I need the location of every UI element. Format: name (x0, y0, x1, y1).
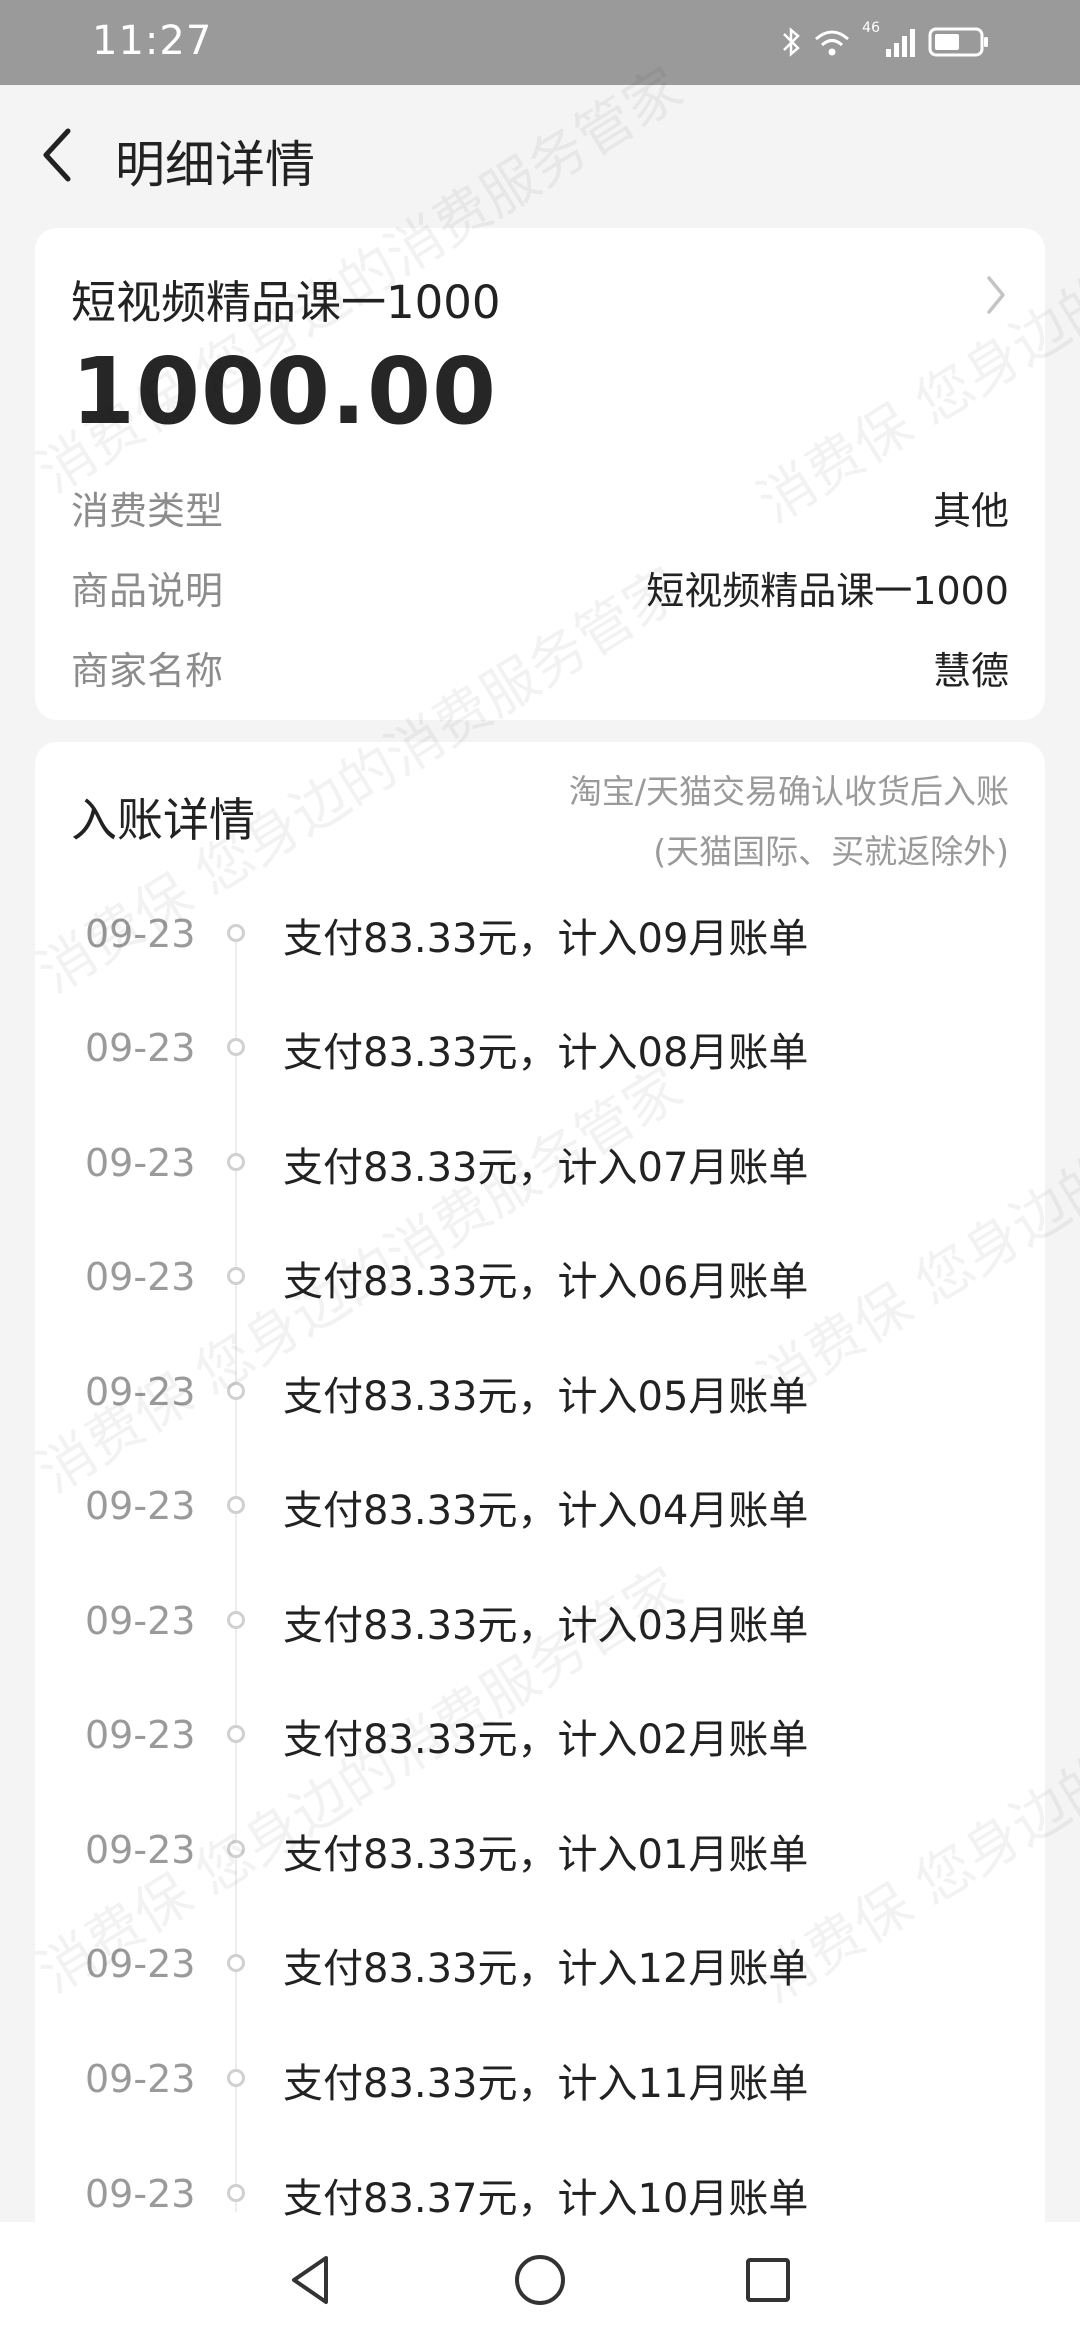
timeline-date: 09-23 (85, 2172, 196, 2216)
detail-title: 入账详情 (71, 793, 255, 847)
timeline-text: 支付83.33元，计入01月账单 (283, 1832, 809, 1878)
timeline-date: 09-23 (85, 2057, 196, 2101)
timeline-dot-icon (227, 1267, 245, 1285)
signal-icon (886, 29, 915, 57)
timeline-dot-icon (227, 2069, 245, 2087)
info-value: 其他 (932, 489, 1009, 533)
timeline-line (235, 932, 237, 2212)
timeline-date: 09-23 (85, 1370, 196, 1414)
timeline-text: 支付83.33元，计入09月账单 (283, 916, 809, 962)
timeline-text: 支付83.33元，计入02月账单 (283, 1717, 809, 1763)
timeline-item: 09-23 支付83.33元，计入06月账单 (35, 1255, 1045, 1315)
timeline-date: 09-23 (85, 1713, 196, 1757)
status-bar: 11:27 46 (0, 0, 1080, 85)
nav-back-icon[interactable] (282, 2250, 342, 2310)
timeline-date: 09-23 (85, 1255, 196, 1299)
timeline-item: 09-23 支付83.33元，计入08月账单 (35, 1026, 1045, 1086)
timeline-dot-icon (227, 924, 245, 942)
timeline-text: 支付83.37元，计入10月账单 (283, 2176, 809, 2222)
header: 明细详情 (0, 85, 1080, 225)
timeline-date: 09-23 (85, 1484, 196, 1528)
timeline-dot-icon (227, 1153, 245, 1171)
timeline-text: 支付83.33元，计入04月账单 (283, 1488, 809, 1534)
timeline-text: 支付83.33元，计入03月账单 (283, 1603, 809, 1649)
timeline-dot-icon (227, 1840, 245, 1858)
info-row-merchant: 商家名称 慧德 (71, 640, 1009, 700)
navigation-bar (0, 2222, 1080, 2340)
info-value: 慧德 (932, 649, 1009, 693)
amount: 1000.00 (71, 338, 498, 445)
timeline-item: 09-23 支付83.33元，计入02月账单 (35, 1713, 1045, 1773)
timeline-dot-icon (227, 1496, 245, 1514)
info-label: 消费类型 (71, 489, 224, 533)
timeline-date: 09-23 (85, 1599, 196, 1643)
product-title: 短视频精品课一1000 (71, 276, 501, 329)
info-row-type: 消费类型 其他 (71, 480, 1009, 540)
status-icons: 46 (780, 20, 990, 62)
timeline-text: 支付83.33元，计入08月账单 (283, 1030, 809, 1076)
page-title: 明细详情 (115, 136, 315, 194)
info-row-description: 商品说明 短视频精品课一1000 (71, 560, 1009, 620)
info-value: 短视频精品课一1000 (646, 569, 1009, 613)
info-label: 商品说明 (71, 569, 224, 613)
bluetooth-icon (783, 27, 801, 57)
timeline-text: 支付83.33元，计入07月账单 (283, 1145, 809, 1191)
battery-icon (928, 27, 988, 57)
timeline-item: 09-23 支付83.33元，计入07月账单 (35, 1141, 1045, 1201)
timeline-date: 09-23 (85, 1141, 196, 1185)
nav-home-icon[interactable] (510, 2250, 570, 2310)
timeline-item: 09-23 支付83.33元，计入11月账单 (35, 2057, 1045, 2117)
timeline-date: 09-23 (85, 1828, 196, 1872)
timeline-dot-icon (227, 1611, 245, 1629)
nav-recent-icon[interactable] (738, 2250, 798, 2310)
timeline-text: 支付83.33元，计入06月账单 (283, 1259, 809, 1305)
timeline-dot-icon (227, 2184, 245, 2202)
detail-note-line: 淘宝/天猫交易确认收货后入账 (568, 772, 1009, 811)
detail-note: 淘宝/天猫交易确认收货后入账 (天猫国际、买就返除外) (569, 762, 1009, 882)
timeline-dot-icon (227, 1725, 245, 1743)
detail-note-line: (天猫国际、买就返除外) (653, 832, 1009, 871)
timeline-date: 09-23 (85, 912, 196, 956)
timeline-item: 09-23 支付83.33元，计入05月账单 (35, 1370, 1045, 1430)
status-time: 11:27 (92, 18, 213, 64)
timeline-item: 09-23 支付83.33元，计入12月账单 (35, 1942, 1045, 2002)
timeline-dot-icon (227, 1382, 245, 1400)
timeline-item: 09-23 支付83.33元，计入01月账单 (35, 1828, 1045, 1888)
timeline-date: 09-23 (85, 1942, 196, 1986)
back-arrow-icon[interactable] (36, 125, 76, 185)
timeline-date: 09-23 (85, 1026, 196, 1070)
timeline-text: 支付83.33元，计入05月账单 (283, 1374, 809, 1420)
timeline-item: 09-23 支付83.33元，计入09月账单 (35, 912, 1045, 972)
timeline-item: 09-23 支付83.33元，计入04月账单 (35, 1484, 1045, 1544)
timeline-text: 支付83.33元，计入12月账单 (283, 1946, 809, 1992)
wifi-icon (815, 30, 850, 56)
detail-card: 入账详情 淘宝/天猫交易确认收货后入账 (天猫国际、买就返除外) 09-23 支… (35, 742, 1045, 2340)
chevron-right-icon[interactable] (981, 270, 1011, 320)
info-label: 商家名称 (71, 649, 224, 693)
network-label: 46 (862, 20, 880, 36)
summary-card: 短视频精品课一1000 1000.00 消费类型 其他 商品说明 短视频精品课一… (35, 228, 1045, 720)
timeline-dot-icon (227, 1038, 245, 1056)
timeline-item: 09-23 支付83.33元，计入03月账单 (35, 1599, 1045, 1659)
timeline-text: 支付83.33元，计入11月账单 (283, 2061, 809, 2107)
timeline-dot-icon (227, 1954, 245, 1972)
